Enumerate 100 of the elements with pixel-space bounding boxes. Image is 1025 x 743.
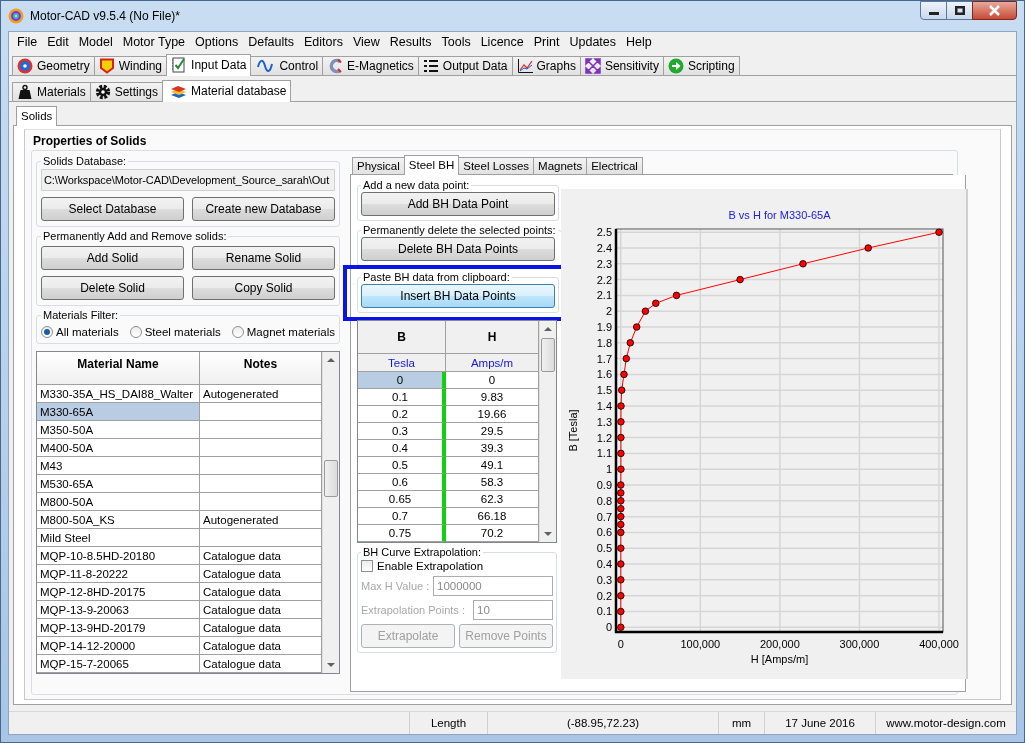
- button[interactable]: Create new Database: [192, 197, 335, 221]
- table-cell[interactable]: MQP-10-8.5HD-20180: [37, 547, 200, 565]
- table-cell[interactable]: 0.6: [358, 474, 446, 491]
- button[interactable]: Rename Solid: [192, 246, 335, 270]
- scrollbar[interactable]: [322, 352, 339, 673]
- data-point: [935, 228, 943, 236]
- table-cell[interactable]: Mild Steel: [37, 529, 200, 547]
- tab[interactable]: Winding: [93, 56, 168, 75]
- table-cell[interactable]: 0.3: [358, 423, 446, 440]
- data-point: [617, 623, 625, 631]
- table-cell[interactable]: MQP-14-12-20000: [37, 637, 200, 655]
- column-header[interactable]: B: [358, 321, 446, 354]
- data-point: [652, 299, 660, 307]
- table-cell[interactable]: M400-50A: [37, 439, 200, 457]
- radio-button[interactable]: [231, 326, 244, 338]
- data-point: [617, 449, 625, 458]
- tab[interactable]: Electrical: [586, 157, 643, 174]
- table-cell[interactable]: M330-65A: [37, 403, 200, 421]
- radio-label[interactable]: All materials: [56, 326, 119, 338]
- tab[interactable]: Graphs: [511, 56, 581, 75]
- column-header[interactable]: H: [446, 321, 539, 354]
- button[interactable]: Select Database: [41, 197, 184, 221]
- menu-item[interactable]: Results: [384, 35, 437, 49]
- field-label: Max H Value :: [361, 580, 430, 592]
- tab[interactable]: Control: [250, 56, 324, 75]
- button[interactable]: Add Solid: [41, 246, 184, 270]
- tab[interactable]: Sensitivity: [579, 56, 664, 75]
- group-label: Materials Filter:: [42, 309, 120, 321]
- table-cell[interactable]: M530-65A: [37, 475, 200, 493]
- menu-item[interactable]: Help: [621, 35, 657, 49]
- path-field[interactable]: C:\Workspace\Motor-CAD\Development_Source_sarah\Out: [41, 169, 335, 191]
- column-header[interactable]: Notes: [200, 352, 322, 385]
- menu-item[interactable]: Tools: [436, 35, 476, 49]
- tab[interactable]: Geometry: [12, 56, 95, 75]
- table-cell[interactable]: 0.7: [358, 508, 446, 525]
- checkbox-label[interactable]: Enable Extrapolation: [377, 560, 484, 572]
- menu-item[interactable]: Editors: [299, 35, 348, 49]
- radio-button[interactable]: [41, 326, 53, 338]
- button[interactable]: Insert BH Data Points: [361, 284, 555, 308]
- arrow-circle-icon: [667, 58, 684, 74]
- table-cell[interactable]: 0.75: [358, 525, 446, 542]
- axis-tick-label: 0.3: [596, 573, 612, 586]
- tab[interactable]: Material database: [162, 80, 292, 102]
- table-cell[interactable]: MQP-13-9-20063: [37, 601, 200, 619]
- table-cell[interactable]: MQP-11-8-20222: [37, 565, 200, 583]
- group-label: BH Curve Extrapolation:: [362, 546, 482, 558]
- tab[interactable]: Scripting: [662, 56, 740, 75]
- menu-item[interactable]: Print: [528, 35, 565, 49]
- tab[interactable]: Input Data: [166, 54, 252, 76]
- tab[interactable]: Settings: [89, 82, 164, 101]
- axis-tick-label: 0.2: [596, 589, 612, 602]
- group-label: Solids Database:: [42, 155, 128, 167]
- tab[interactable]: Materials: [12, 82, 91, 101]
- table-cell[interactable]: M43: [37, 457, 200, 475]
- tab[interactable]: Magnets: [533, 157, 588, 174]
- table-cell[interactable]: 0.1: [358, 389, 446, 406]
- checkbox[interactable]: [361, 560, 373, 572]
- menu-item[interactable]: Licence: [475, 35, 529, 49]
- status-text: mm: [718, 712, 764, 734]
- button[interactable]: Copy Solid: [192, 276, 335, 300]
- table-cell[interactable]: M800-50A_KS: [37, 511, 200, 529]
- table-cell[interactable]: 0.5: [358, 457, 446, 474]
- scrollbar[interactable]: [539, 321, 556, 542]
- radio-button[interactable]: [129, 326, 142, 338]
- table-cell[interactable]: MQP-12-8HD-20175: [37, 583, 200, 601]
- tab[interactable]: Solids: [16, 106, 58, 126]
- menu-item[interactable]: Motor Type: [117, 35, 191, 49]
- button[interactable]: Add BH Data Point: [361, 192, 555, 216]
- data-point: [617, 607, 625, 616]
- tab[interactable]: Physical: [352, 157, 405, 174]
- tab[interactable]: Steel Losses: [458, 157, 535, 174]
- menu-item[interactable]: View: [347, 35, 385, 49]
- table-cell[interactable]: 0.2: [358, 406, 446, 423]
- tab[interactable]: Output Data: [417, 56, 513, 75]
- notebook-icon: [171, 56, 188, 73]
- radio-label[interactable]: Magnet materials: [246, 326, 335, 338]
- menu-item[interactable]: File: [12, 35, 43, 49]
- data-point: [799, 260, 807, 268]
- menu-item[interactable]: Updates: [564, 35, 622, 49]
- table-cell[interactable]: 0: [358, 372, 446, 389]
- table-cell[interactable]: 0.4: [358, 440, 446, 457]
- menu-item[interactable]: Edit: [42, 35, 74, 49]
- button[interactable]: Delete BH Data Points: [361, 237, 555, 261]
- table-cell[interactable]: M800-50A: [37, 493, 200, 511]
- menu-item[interactable]: Defaults: [243, 35, 299, 49]
- tab[interactable]: Steel BH: [403, 155, 460, 175]
- line-chart-icon: [516, 58, 533, 74]
- maximize-button[interactable]: [946, 1, 973, 20]
- table-cell[interactable]: M350-50A: [37, 421, 200, 439]
- minimize-button[interactable]: [920, 1, 947, 20]
- table-cell[interactable]: MQP-13-9HD-20179: [37, 619, 200, 637]
- menu-item[interactable]: Model: [73, 35, 118, 49]
- column-header[interactable]: Material Name: [37, 352, 200, 385]
- table-cell[interactable]: 0.65: [358, 491, 446, 508]
- tab[interactable]: E-Magnetics: [322, 56, 419, 75]
- menu-item[interactable]: Options: [190, 35, 244, 49]
- close-button[interactable]: [972, 1, 1017, 20]
- radio-label[interactable]: Steel materials: [144, 326, 221, 338]
- table-cell[interactable]: MQP-15-7-20065: [37, 655, 200, 673]
- button[interactable]: Delete Solid: [41, 276, 184, 300]
